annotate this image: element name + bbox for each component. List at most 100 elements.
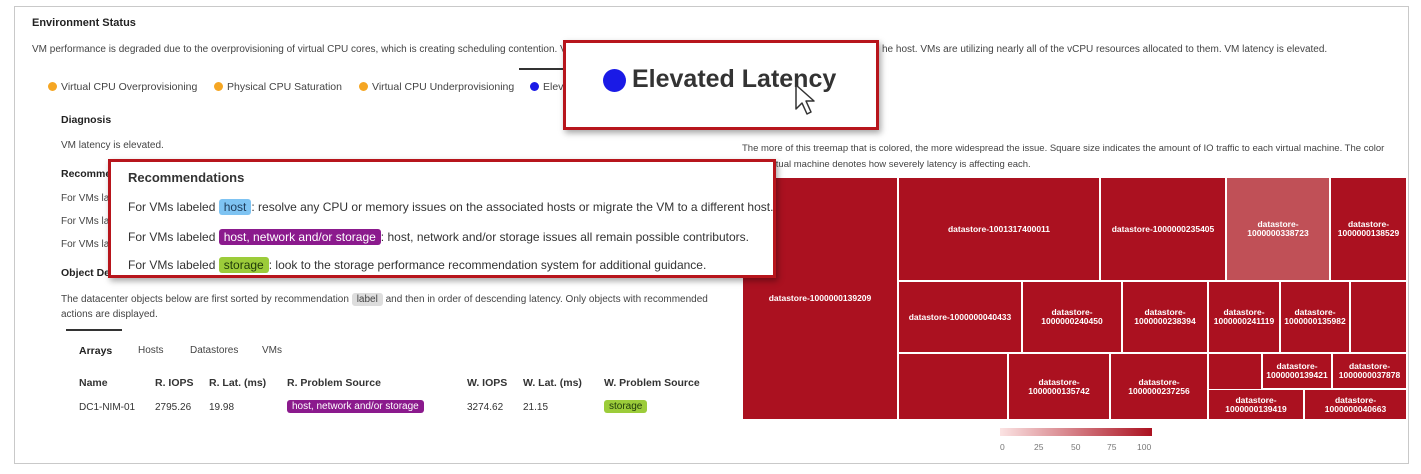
recommendation-text: : look to the storage performance recomm… xyxy=(268,258,707,272)
tab-virtual-cpu-underprovisioning[interactable]: Virtual CPU Underprovisioning xyxy=(359,81,514,93)
recommendations-heading-bg: Recomme xyxy=(61,168,112,180)
elevated-latency-callout: Elevated Latency xyxy=(563,40,879,130)
treemap-cell-label: datastore- 1000000139419 xyxy=(1225,394,1287,414)
treemap-cell-label: datastore- 1000000135742 xyxy=(1028,376,1090,396)
treemap-description-line2: th gh virtual machine denotes how severe… xyxy=(742,159,1031,170)
label-tag: label xyxy=(351,293,383,306)
legend-tick: 50 xyxy=(1071,442,1081,452)
treemap-cell[interactable]: datastore-1000000040433 xyxy=(898,281,1022,353)
treemap-cell-label: datastore- 1000000241119 xyxy=(1213,307,1275,326)
treemap-cell[interactable]: datastore- 1000000238394 xyxy=(1122,281,1208,353)
object-details-description: The datacenter objects below are first s… xyxy=(61,293,708,306)
treemap-cell[interactable]: datastore- 1000000237256 xyxy=(1110,353,1208,420)
treemap-cell[interactable]: datastore- 1000000139421 xyxy=(1262,353,1332,389)
latency-color-legend xyxy=(1000,428,1152,436)
cell-r-iops: 2795.26 xyxy=(155,402,192,413)
object-details-description-line2: actions are displayed. xyxy=(61,309,158,320)
treemap-cell[interactable]: datastore-1000000235405 xyxy=(1100,177,1226,281)
tab-hosts[interactable]: Hosts xyxy=(138,345,164,356)
cell-r-problem-source: host, network and/or storage xyxy=(287,400,424,413)
treemap-cell-label: datastore-1000000139209 xyxy=(768,293,872,303)
status-dot-icon xyxy=(530,82,539,91)
treemap-description: The more of this treemap that is colored… xyxy=(742,143,1385,154)
column-header-w-problem-source[interactable]: W. Problem Source xyxy=(604,377,700,389)
diagnosis-heading: Diagnosis xyxy=(61,114,112,126)
column-header-r-iops[interactable]: R. IOPS xyxy=(155,377,194,389)
description-text: and then in order of descending latency.… xyxy=(382,294,708,305)
treemap-cell-label: datastore- 1000000237256 xyxy=(1128,376,1190,396)
tab-datastores[interactable]: Datastores xyxy=(190,345,238,356)
legend-tick: 75 xyxy=(1107,442,1117,452)
active-tab-indicator xyxy=(66,329,122,331)
tab-vms[interactable]: VMs xyxy=(262,345,282,356)
recommendations-callout: Recommendations For VMs labeled host: re… xyxy=(108,159,776,278)
diagnosis-text: VM latency is elevated. xyxy=(61,140,164,151)
recommendation-item: For VMs labeled host: resolve any CPU or… xyxy=(128,199,773,215)
recommendation-text: : resolve any CPU or memory issues on th… xyxy=(251,200,774,214)
treemap-cell-label: datastore- 1000000040663 xyxy=(1324,394,1387,414)
recommendations-heading: Recommendations xyxy=(128,170,245,185)
tab-virtual-cpu-overprovisioning[interactable]: Virtual CPU Overprovisioning xyxy=(48,81,197,93)
page-title: Environment Status xyxy=(32,17,136,29)
recommendation-text: For VMs labeled xyxy=(128,258,219,272)
treemap-cell-label: datastore- 1000000135982 xyxy=(1284,307,1346,326)
problem-source-tag: storage xyxy=(604,400,648,413)
treemap-cell[interactable]: datastore- 1000000040663 xyxy=(1304,389,1407,420)
cell-w-problem-source: storage xyxy=(604,400,648,413)
problem-source-tag: host, network and/or storage xyxy=(287,400,424,413)
column-header-r-lat[interactable]: R. Lat. (ms) xyxy=(209,377,266,389)
recommendation-text: : host, network and/or storage issues al… xyxy=(380,230,749,244)
treemap-cell[interactable] xyxy=(898,353,1008,420)
recommendation-line-bg: For VMs lal xyxy=(61,216,112,227)
treemap-cell-label: datastore-1000000235405 xyxy=(1111,223,1215,234)
treemap-cell[interactable]: datastore- 1000000135742 xyxy=(1008,353,1110,420)
cell-w-iops: 3274.62 xyxy=(467,402,504,413)
treemap-cell[interactable]: datastore- 1000000241119 xyxy=(1208,281,1280,353)
cell-name: DC1-NIM-01 xyxy=(79,402,136,413)
status-description: VM performance is degraded due to the ov… xyxy=(32,44,576,55)
treemap-cell-label: datastore- 1000000238394 xyxy=(1134,307,1196,326)
column-header-name[interactable]: Name xyxy=(79,377,108,389)
treemap-cell-label: datastore- 1000000240450 xyxy=(1041,307,1103,326)
cell-r-lat: 19.98 xyxy=(209,402,235,413)
column-header-w-lat[interactable]: W. Lat. (ms) xyxy=(523,377,582,389)
tab-label: Virtual CPU Underprovisioning xyxy=(372,81,515,93)
treemap-cell-label: datastore-1000000040433 xyxy=(908,311,1012,322)
recommendation-text: For VMs labeled xyxy=(128,230,219,244)
recommendation-line-bg: For VMs lal xyxy=(61,239,112,250)
tab-elevated-latency[interactable]: Elev xyxy=(530,81,563,93)
tab-label: Elev xyxy=(543,81,564,93)
treemap-cell[interactable]: datastore- 1000000139419 xyxy=(1208,389,1304,420)
legend-tick: 0 xyxy=(1000,442,1005,452)
column-header-w-iops[interactable]: W. IOPS xyxy=(467,377,507,389)
treemap-cell[interactable]: datastore- 1000000338723 xyxy=(1226,177,1330,281)
recommendation-item: For VMs labeled host, network and/or sto… xyxy=(128,229,749,245)
status-dot-icon xyxy=(603,69,626,92)
storage-tag: storage xyxy=(218,257,269,273)
mouse-pointer-icon xyxy=(795,84,815,115)
treemap-cell[interactable]: datastore-1001317400011 xyxy=(898,177,1100,281)
treemap-cell[interactable] xyxy=(1350,281,1407,353)
treemap-cell-label: datastore- 1000000139421 xyxy=(1266,361,1328,380)
recommendation-item: For VMs labeled storage: look to the sto… xyxy=(128,257,706,273)
cell-w-lat: 21.15 xyxy=(523,402,549,413)
tab-physical-cpu-saturation[interactable]: Physical CPU Saturation xyxy=(214,81,342,93)
status-dot-icon xyxy=(214,82,223,91)
treemap: datastore-1000000139209 datastore-100131… xyxy=(742,177,1407,420)
recommendation-text: For VMs labeled xyxy=(128,200,219,214)
legend-tick: 100 xyxy=(1137,442,1152,452)
treemap-cell[interactable]: datastore- 1000000037878 xyxy=(1332,353,1407,389)
tab-arrays[interactable]: Arrays xyxy=(79,345,112,357)
description-text: The datacenter objects below are first s… xyxy=(61,294,352,305)
treemap-cell[interactable]: datastore- 1000000135982 xyxy=(1280,281,1350,353)
legend-tick: 25 xyxy=(1034,442,1044,452)
tab-label: Physical CPU Saturation xyxy=(227,81,342,93)
column-header-r-problem-source[interactable]: R. Problem Source xyxy=(287,377,381,389)
active-tab-indicator xyxy=(519,68,564,70)
host-network-storage-tag: host, network and/or storage xyxy=(218,229,381,245)
treemap-cell[interactable]: datastore- 1000000138529 xyxy=(1330,177,1407,281)
treemap-cell-label: datastore- 1000000138529 xyxy=(1337,219,1400,238)
treemap-cell[interactable]: datastore- 1000000240450 xyxy=(1022,281,1122,353)
tab-label: Virtual CPU Overprovisioning xyxy=(61,81,198,93)
treemap-cell-label: datastore- 1000000338723 xyxy=(1247,219,1309,238)
